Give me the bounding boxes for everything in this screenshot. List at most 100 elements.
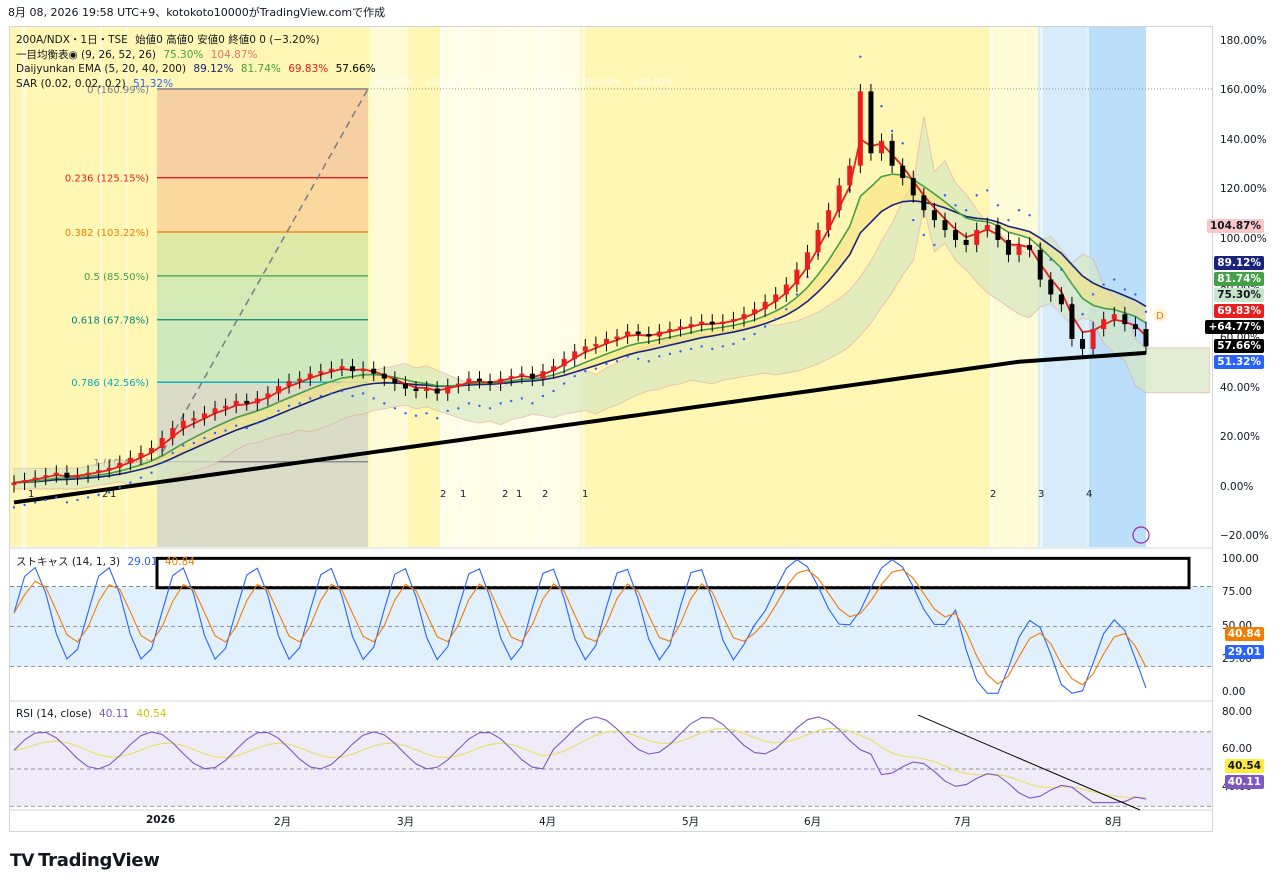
candle-body — [392, 378, 398, 384]
candle-body — [879, 140, 885, 154]
sar-dot — [562, 382, 566, 385]
marker-10: 3 — [1038, 489, 1044, 500]
candle-body — [191, 418, 197, 421]
sar-dot — [319, 394, 323, 398]
legend-sar-label: SAR (0.02, 0.02, 0.2) — [16, 78, 126, 90]
sar-dot — [901, 142, 904, 145]
tradingview-logo[interactable]: 𝗧𝗩 TradingView — [10, 850, 160, 871]
sar-dot — [1007, 218, 1010, 222]
candle-body — [381, 373, 387, 379]
sar-dot — [912, 218, 915, 222]
price-tag-0: 104.87% — [1206, 219, 1264, 233]
sar-dot — [975, 194, 978, 197]
candle-body — [625, 331, 631, 337]
sar-dot — [383, 402, 386, 405]
sar-dot — [647, 360, 650, 363]
fib-zone-3 — [157, 275, 368, 320]
candle-body — [476, 378, 482, 382]
sar-dot — [97, 493, 100, 497]
candle-body — [434, 388, 440, 394]
candle-body — [868, 91, 874, 154]
candle-body — [826, 210, 832, 231]
candle-body — [667, 329, 673, 332]
legend-rsi: RSI (14, close) 40.11 40.54 — [16, 708, 170, 720]
sar-dot — [139, 476, 143, 479]
bg-stripe-6 — [516, 27, 519, 547]
fib-zone-4 — [157, 319, 368, 383]
marker-11: 4 — [1086, 489, 1092, 500]
sar-dot — [605, 362, 608, 365]
candle-body — [804, 252, 810, 270]
sar-dot — [668, 352, 672, 356]
sar-dot — [309, 397, 312, 400]
rsi-tick-0: 80.00 — [1222, 706, 1253, 719]
legend-symbol: 200A/NDX・1日・TSE 始値0 高値0 安値0 終値0 0 (−3.20… — [16, 32, 324, 47]
bg-stripe-8 — [582, 27, 585, 547]
sar-dot — [1113, 278, 1116, 281]
sar-dot — [425, 412, 428, 415]
candle-body — [127, 457, 133, 463]
sar-dot — [224, 429, 227, 432]
sar-dot — [372, 397, 375, 400]
candle-body — [64, 472, 70, 478]
candle-body — [180, 420, 186, 429]
marker-4: 1 — [460, 489, 466, 500]
candle-body — [53, 472, 59, 476]
candle-body — [498, 378, 504, 384]
price-tick-3: 120.00% — [1220, 183, 1267, 196]
candle-body — [1037, 249, 1043, 280]
candle-body — [265, 393, 271, 399]
sar-dot — [76, 498, 79, 502]
chart-svg[interactable]: 0 (160.99%)0.236 (125.15%)0.382 (103.22%… — [10, 27, 1212, 831]
bg-stripe-4 — [462, 27, 465, 547]
pct-label-4: 100.00% — [581, 78, 621, 88]
candle-body — [974, 230, 980, 245]
bg-stripe-5 — [500, 27, 503, 547]
sar-dot — [12, 506, 16, 509]
candle-body — [1090, 329, 1096, 349]
legend-ema-label: Daijyunkan EMA (5, 20, 40, 200) — [16, 63, 187, 75]
candle-body — [286, 381, 292, 387]
x-tick-7: 8月 — [1105, 816, 1123, 828]
candle-body — [212, 408, 218, 414]
candle-body — [413, 388, 419, 391]
candle-body — [487, 381, 493, 384]
bg-light-band — [370, 27, 408, 547]
sar-dot — [520, 397, 524, 400]
candle-body — [678, 326, 684, 330]
sar-dot — [150, 471, 153, 474]
marker-3: 2 — [440, 489, 446, 500]
candle-body — [1132, 324, 1138, 330]
x-tick-0: 2026 — [146, 814, 176, 826]
tradingview-logo-icon: 𝗧𝗩 — [10, 851, 35, 871]
candle-body — [297, 378, 303, 382]
price-tag-2: 81.74% — [1214, 272, 1264, 286]
sar-dot — [435, 417, 439, 420]
candle-body — [794, 269, 800, 285]
sar-dot — [298, 402, 301, 405]
sar-dot — [1060, 268, 1063, 271]
candle-body — [318, 371, 324, 374]
chart-plot-area[interactable]: 0 (160.99%) 0.236 (125.15%) 0.382 (103.22%… — [10, 27, 1212, 831]
sar-dot — [86, 496, 90, 499]
x-tick-2: 3月 — [397, 816, 415, 828]
d-badge-label: D — [1156, 311, 1164, 322]
pct-label-0: 100.00% — [373, 78, 413, 88]
sar-dot — [986, 189, 989, 192]
sar-dot — [393, 407, 397, 410]
candle-body — [572, 351, 578, 359]
candle-body — [857, 91, 863, 166]
candle-body — [762, 301, 768, 310]
rsi-tick-1: 60.00 — [1222, 743, 1253, 756]
candle-body — [1048, 279, 1054, 295]
candle-body — [815, 230, 821, 253]
legend-sar: SAR (0.02, 0.02, 0.2) 51.32% — [16, 78, 177, 90]
candle-body — [614, 336, 620, 339]
candle-body — [720, 321, 726, 325]
sar-dot — [1123, 288, 1127, 291]
stoch-band — [10, 586, 1212, 667]
stoch-tick-1: 75.00 — [1222, 586, 1253, 599]
sar-dot — [55, 496, 58, 499]
sar-dot — [171, 451, 174, 455]
candle-body — [519, 373, 525, 377]
